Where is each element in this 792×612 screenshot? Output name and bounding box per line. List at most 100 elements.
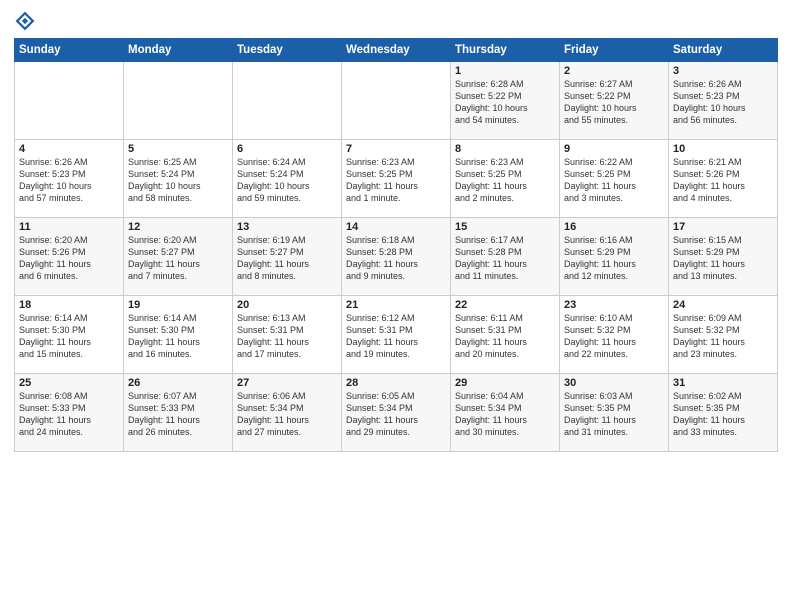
cell-content: Sunrise: 6:14 AM Sunset: 5:30 PM Dayligh…	[19, 312, 119, 361]
day-number: 13	[237, 221, 337, 233]
cell-content: Sunrise: 6:26 AM Sunset: 5:23 PM Dayligh…	[19, 156, 119, 205]
calendar-cell: 8Sunrise: 6:23 AM Sunset: 5:25 PM Daylig…	[451, 140, 560, 218]
day-number: 5	[128, 143, 228, 155]
cell-content: Sunrise: 6:23 AM Sunset: 5:25 PM Dayligh…	[346, 156, 446, 205]
calendar-cell	[124, 62, 233, 140]
cell-content: Sunrise: 6:08 AM Sunset: 5:33 PM Dayligh…	[19, 390, 119, 439]
day-number: 7	[346, 143, 446, 155]
cell-content: Sunrise: 6:02 AM Sunset: 5:35 PM Dayligh…	[673, 390, 773, 439]
weekday-header-wednesday: Wednesday	[342, 39, 451, 62]
cell-content: Sunrise: 6:25 AM Sunset: 5:24 PM Dayligh…	[128, 156, 228, 205]
day-number: 18	[19, 299, 119, 311]
day-number: 1	[455, 65, 555, 77]
cell-content: Sunrise: 6:18 AM Sunset: 5:28 PM Dayligh…	[346, 234, 446, 283]
day-number: 4	[19, 143, 119, 155]
cell-content: Sunrise: 6:11 AM Sunset: 5:31 PM Dayligh…	[455, 312, 555, 361]
day-number: 14	[346, 221, 446, 233]
cell-content: Sunrise: 6:17 AM Sunset: 5:28 PM Dayligh…	[455, 234, 555, 283]
calendar-cell	[342, 62, 451, 140]
calendar-cell: 29Sunrise: 6:04 AM Sunset: 5:34 PM Dayli…	[451, 374, 560, 452]
calendar-cell: 12Sunrise: 6:20 AM Sunset: 5:27 PM Dayli…	[124, 218, 233, 296]
calendar-cell	[233, 62, 342, 140]
day-number: 16	[564, 221, 664, 233]
logo	[14, 10, 40, 32]
calendar-cell: 13Sunrise: 6:19 AM Sunset: 5:27 PM Dayli…	[233, 218, 342, 296]
cell-content: Sunrise: 6:23 AM Sunset: 5:25 PM Dayligh…	[455, 156, 555, 205]
cell-content: Sunrise: 6:22 AM Sunset: 5:25 PM Dayligh…	[564, 156, 664, 205]
calendar-cell: 5Sunrise: 6:25 AM Sunset: 5:24 PM Daylig…	[124, 140, 233, 218]
calendar-cell: 17Sunrise: 6:15 AM Sunset: 5:29 PM Dayli…	[669, 218, 778, 296]
calendar-cell: 3Sunrise: 6:26 AM Sunset: 5:23 PM Daylig…	[669, 62, 778, 140]
cell-content: Sunrise: 6:05 AM Sunset: 5:34 PM Dayligh…	[346, 390, 446, 439]
calendar-cell: 30Sunrise: 6:03 AM Sunset: 5:35 PM Dayli…	[560, 374, 669, 452]
calendar-cell: 28Sunrise: 6:05 AM Sunset: 5:34 PM Dayli…	[342, 374, 451, 452]
cell-content: Sunrise: 6:03 AM Sunset: 5:35 PM Dayligh…	[564, 390, 664, 439]
calendar-cell: 18Sunrise: 6:14 AM Sunset: 5:30 PM Dayli…	[15, 296, 124, 374]
day-number: 8	[455, 143, 555, 155]
calendar-cell: 4Sunrise: 6:26 AM Sunset: 5:23 PM Daylig…	[15, 140, 124, 218]
day-number: 31	[673, 377, 773, 389]
page-container: SundayMondayTuesdayWednesdayThursdayFrid…	[0, 0, 792, 460]
cell-content: Sunrise: 6:09 AM Sunset: 5:32 PM Dayligh…	[673, 312, 773, 361]
cell-content: Sunrise: 6:19 AM Sunset: 5:27 PM Dayligh…	[237, 234, 337, 283]
calendar-cell: 23Sunrise: 6:10 AM Sunset: 5:32 PM Dayli…	[560, 296, 669, 374]
day-number: 21	[346, 299, 446, 311]
day-number: 17	[673, 221, 773, 233]
calendar-cell: 15Sunrise: 6:17 AM Sunset: 5:28 PM Dayli…	[451, 218, 560, 296]
cell-content: Sunrise: 6:14 AM Sunset: 5:30 PM Dayligh…	[128, 312, 228, 361]
day-number: 26	[128, 377, 228, 389]
calendar-table: SundayMondayTuesdayWednesdayThursdayFrid…	[14, 38, 778, 452]
cell-content: Sunrise: 6:26 AM Sunset: 5:23 PM Dayligh…	[673, 78, 773, 127]
cell-content: Sunrise: 6:24 AM Sunset: 5:24 PM Dayligh…	[237, 156, 337, 205]
cell-content: Sunrise: 6:27 AM Sunset: 5:22 PM Dayligh…	[564, 78, 664, 127]
cell-content: Sunrise: 6:13 AM Sunset: 5:31 PM Dayligh…	[237, 312, 337, 361]
day-number: 27	[237, 377, 337, 389]
day-number: 24	[673, 299, 773, 311]
header	[14, 10, 778, 32]
calendar-cell: 7Sunrise: 6:23 AM Sunset: 5:25 PM Daylig…	[342, 140, 451, 218]
day-number: 15	[455, 221, 555, 233]
cell-content: Sunrise: 6:20 AM Sunset: 5:27 PM Dayligh…	[128, 234, 228, 283]
calendar-cell: 10Sunrise: 6:21 AM Sunset: 5:26 PM Dayli…	[669, 140, 778, 218]
calendar-cell: 27Sunrise: 6:06 AM Sunset: 5:34 PM Dayli…	[233, 374, 342, 452]
logo-icon	[14, 10, 36, 32]
day-number: 22	[455, 299, 555, 311]
cell-content: Sunrise: 6:04 AM Sunset: 5:34 PM Dayligh…	[455, 390, 555, 439]
calendar-cell: 20Sunrise: 6:13 AM Sunset: 5:31 PM Dayli…	[233, 296, 342, 374]
calendar-cell: 16Sunrise: 6:16 AM Sunset: 5:29 PM Dayli…	[560, 218, 669, 296]
calendar-cell: 24Sunrise: 6:09 AM Sunset: 5:32 PM Dayli…	[669, 296, 778, 374]
day-number: 29	[455, 377, 555, 389]
calendar-week-3: 11Sunrise: 6:20 AM Sunset: 5:26 PM Dayli…	[15, 218, 778, 296]
cell-content: Sunrise: 6:12 AM Sunset: 5:31 PM Dayligh…	[346, 312, 446, 361]
calendar-cell: 22Sunrise: 6:11 AM Sunset: 5:31 PM Dayli…	[451, 296, 560, 374]
day-number: 20	[237, 299, 337, 311]
calendar-cell: 21Sunrise: 6:12 AM Sunset: 5:31 PM Dayli…	[342, 296, 451, 374]
cell-content: Sunrise: 6:06 AM Sunset: 5:34 PM Dayligh…	[237, 390, 337, 439]
day-number: 9	[564, 143, 664, 155]
calendar-cell: 25Sunrise: 6:08 AM Sunset: 5:33 PM Dayli…	[15, 374, 124, 452]
day-number: 19	[128, 299, 228, 311]
weekday-header-thursday: Thursday	[451, 39, 560, 62]
day-number: 12	[128, 221, 228, 233]
cell-content: Sunrise: 6:28 AM Sunset: 5:22 PM Dayligh…	[455, 78, 555, 127]
calendar-cell: 26Sunrise: 6:07 AM Sunset: 5:33 PM Dayli…	[124, 374, 233, 452]
day-number: 11	[19, 221, 119, 233]
calendar-week-2: 4Sunrise: 6:26 AM Sunset: 5:23 PM Daylig…	[15, 140, 778, 218]
day-number: 30	[564, 377, 664, 389]
weekday-header-friday: Friday	[560, 39, 669, 62]
calendar-cell: 11Sunrise: 6:20 AM Sunset: 5:26 PM Dayli…	[15, 218, 124, 296]
weekday-header-sunday: Sunday	[15, 39, 124, 62]
calendar-cell: 19Sunrise: 6:14 AM Sunset: 5:30 PM Dayli…	[124, 296, 233, 374]
day-number: 3	[673, 65, 773, 77]
calendar-cell: 31Sunrise: 6:02 AM Sunset: 5:35 PM Dayli…	[669, 374, 778, 452]
calendar-cell: 6Sunrise: 6:24 AM Sunset: 5:24 PM Daylig…	[233, 140, 342, 218]
cell-content: Sunrise: 6:21 AM Sunset: 5:26 PM Dayligh…	[673, 156, 773, 205]
calendar-week-5: 25Sunrise: 6:08 AM Sunset: 5:33 PM Dayli…	[15, 374, 778, 452]
cell-content: Sunrise: 6:20 AM Sunset: 5:26 PM Dayligh…	[19, 234, 119, 283]
day-number: 28	[346, 377, 446, 389]
cell-content: Sunrise: 6:15 AM Sunset: 5:29 PM Dayligh…	[673, 234, 773, 283]
calendar-header-row: SundayMondayTuesdayWednesdayThursdayFrid…	[15, 39, 778, 62]
calendar-cell: 2Sunrise: 6:27 AM Sunset: 5:22 PM Daylig…	[560, 62, 669, 140]
calendar-cell: 14Sunrise: 6:18 AM Sunset: 5:28 PM Dayli…	[342, 218, 451, 296]
calendar-week-4: 18Sunrise: 6:14 AM Sunset: 5:30 PM Dayli…	[15, 296, 778, 374]
